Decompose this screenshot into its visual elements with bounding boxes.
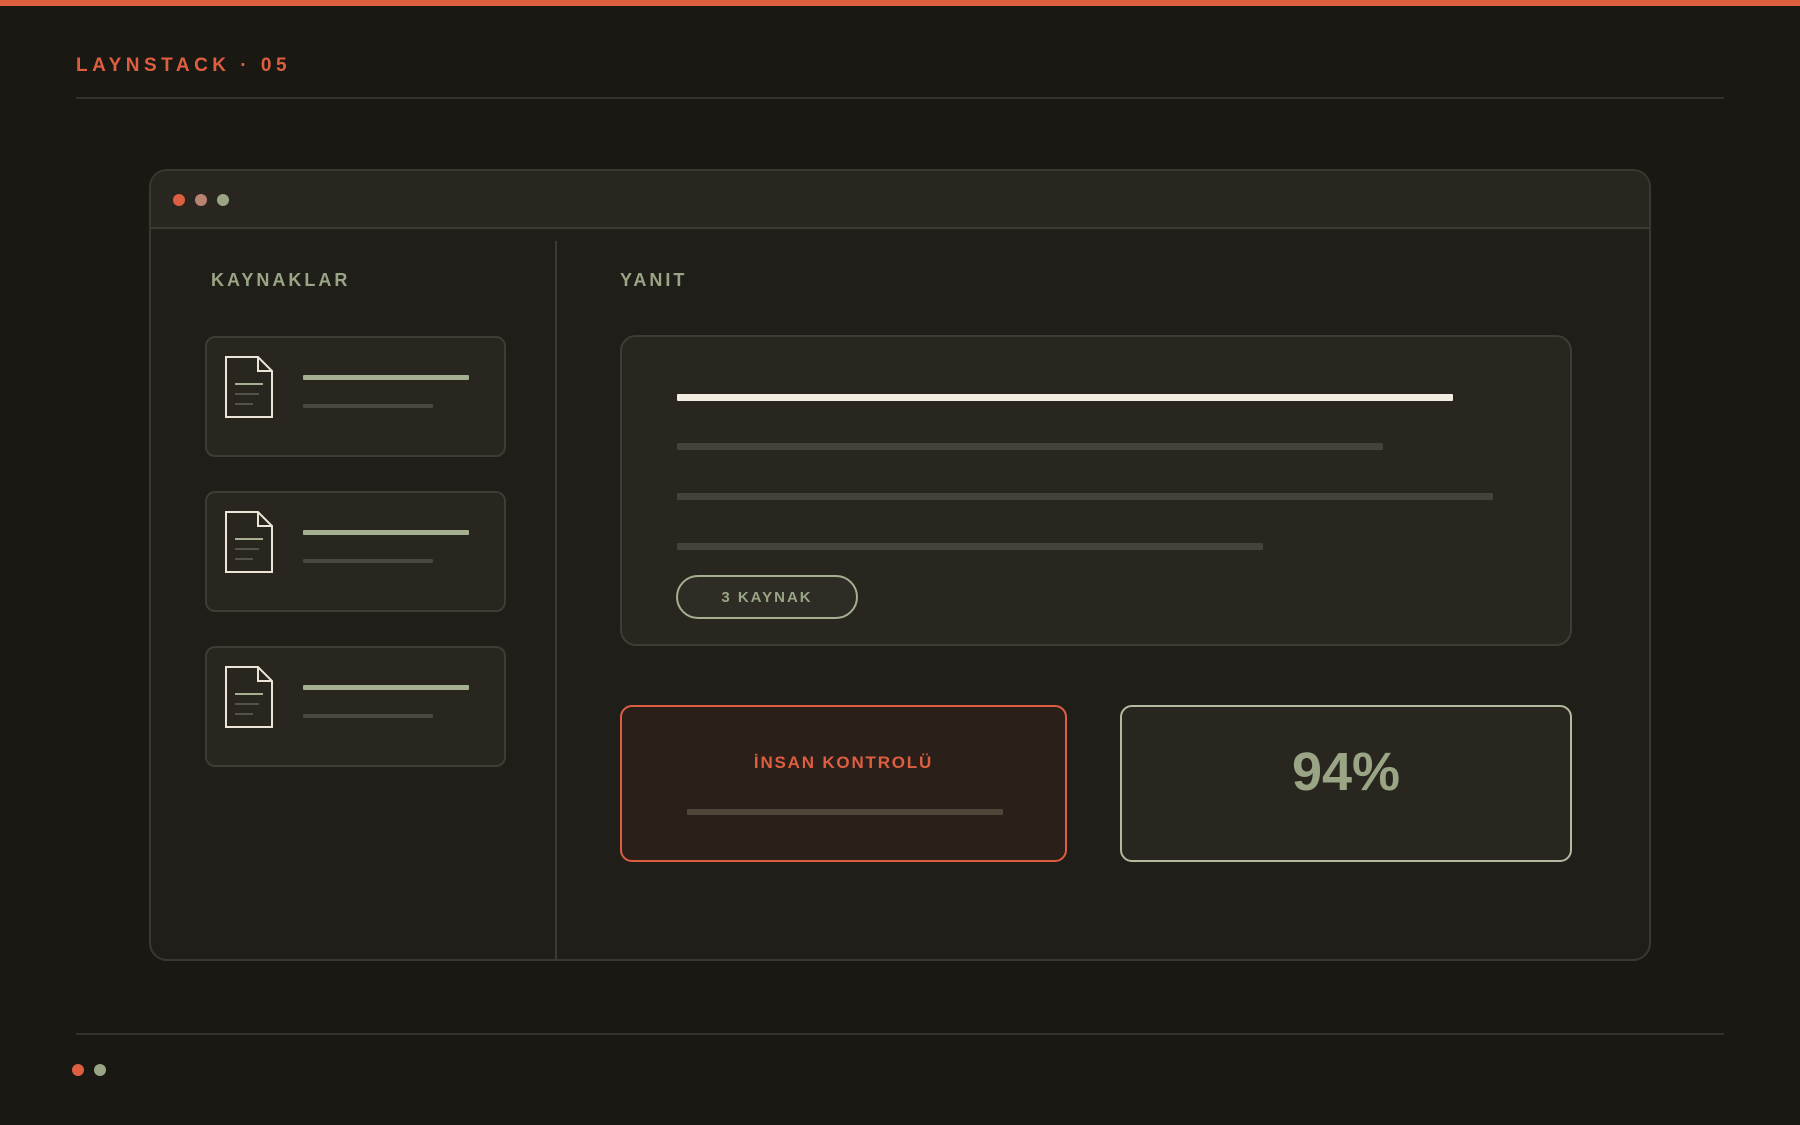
footer-divider	[76, 1033, 1724, 1035]
human-review-label: İNSAN KONTROLÜ	[753, 753, 934, 772]
source-title-line	[303, 685, 469, 690]
panel-divider	[555, 241, 557, 959]
source-count-badge[interactable]: 3 KAYNAK	[676, 575, 858, 619]
document-icon	[225, 356, 273, 418]
human-review-card[interactable]: İNSAN KONTROLÜ	[620, 705, 1067, 862]
answer-heading: YANIT	[620, 270, 688, 290]
app-window: KAYNAKLAR YANIT 3 KAYNAK İNSAN KONTROLÜ …	[149, 169, 1651, 961]
source-item[interactable]	[205, 336, 506, 457]
header-divider	[76, 97, 1724, 99]
sources-heading: KAYNAKLAR	[211, 270, 351, 290]
confidence-card: 94%	[1120, 705, 1572, 862]
maximize-dot[interactable]	[217, 194, 229, 206]
minimize-dot[interactable]	[195, 194, 207, 206]
close-dot[interactable]	[173, 194, 185, 206]
answer-text-line	[677, 493, 1493, 500]
answer-headline-line	[677, 394, 1453, 401]
top-accent-bar	[0, 0, 1800, 6]
answer-text-line	[677, 543, 1263, 550]
source-title-line	[303, 530, 469, 535]
orange-dot	[72, 1064, 84, 1076]
source-meta-line	[303, 559, 433, 563]
answer-text-line	[677, 443, 1383, 450]
document-icon	[225, 511, 273, 573]
source-item[interactable]	[205, 491, 506, 612]
source-title-line	[303, 375, 469, 380]
source-meta-line	[303, 404, 433, 408]
green-dot	[94, 1064, 106, 1076]
brand-title: LAYNSTACK · 05	[76, 55, 292, 76]
window-titlebar	[151, 171, 1649, 229]
source-item[interactable]	[205, 646, 506, 767]
human-review-line	[687, 809, 1003, 815]
document-icon	[225, 666, 273, 728]
source-meta-line	[303, 714, 433, 718]
answer-card: 3 KAYNAK	[620, 335, 1572, 646]
confidence-value: 94%	[1291, 742, 1401, 802]
